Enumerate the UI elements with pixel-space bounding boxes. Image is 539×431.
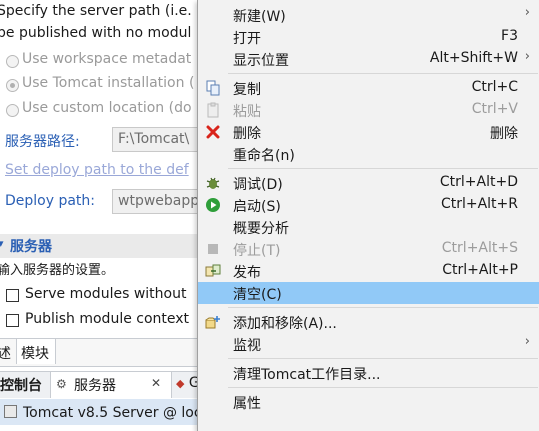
menu-separator — [228, 358, 538, 359]
menu-item-properties-label: 属性 — [233, 396, 261, 412]
section-collapse-icon[interactable]: ▾ — [0, 237, 4, 250]
serve-modules-checkbox[interactable] — [6, 289, 19, 302]
view-tab-servers[interactable]: ⚙ 服务器 ✕ — [50, 372, 172, 398]
menu-item-paste-label: 粘贴 — [233, 104, 261, 120]
submenu-arrow-icon: › — [524, 334, 530, 349]
server-list-row[interactable]: Tomcat v8.5 Server @ localhost [已停止, 同步的… — [0, 399, 353, 425]
serve-modules-label: Serve modules without — [25, 286, 187, 302]
editor-page-tabs: 述 模块 — [0, 338, 210, 367]
publish-icon — [205, 263, 221, 279]
menu-item-delete[interactable]: 删除 删除 — [198, 121, 539, 143]
menu-item-clean-work-dir-label: 清理Tomcat工作目录... — [233, 367, 381, 383]
menu-item-show-in-shortcut: Alt+Shift+W — [429, 50, 518, 66]
menu-item-start-shortcut: Ctrl+Alt+R — [440, 196, 518, 212]
menu-item-open[interactable]: 打开 F3 — [198, 26, 539, 48]
git-icon: ◆ — [176, 377, 185, 390]
tab-modules-label: 模块 — [21, 346, 49, 362]
menu-item-delete-shortcut: 删除 — [490, 126, 518, 142]
radio-custom-label: Use custom location (do — [22, 100, 192, 116]
menu-item-publish-shortcut: Ctrl+Alt+P — [442, 262, 518, 278]
submenu-arrow-icon: › — [524, 49, 530, 64]
view-tab-bar: 控制台 ⚙ 服务器 ✕ ◆ Git S — [0, 371, 223, 398]
menu-item-start[interactable]: 启动(S) Ctrl+Alt+R — [198, 194, 539, 216]
stop-icon — [205, 241, 221, 257]
radio-tomcat-label: Use Tomcat installation ( — [22, 75, 195, 91]
radio-workspace-metadata[interactable] — [6, 55, 19, 68]
menu-item-monitor[interactable]: 监视 › — [198, 333, 539, 355]
menu-item-clean-label: 清空(C) — [233, 287, 282, 303]
deploy-path-label: Deploy path: — [5, 193, 96, 209]
view-tab-servers-label: 服务器 — [74, 378, 116, 394]
menu-item-copy-shortcut: Ctrl+C — [471, 79, 518, 95]
description-line-1: Specify the server path (i.e. — [0, 3, 192, 19]
menu-item-add-remove-label: 添加和移除(A)... — [233, 316, 337, 332]
close-icon[interactable]: ✕ — [151, 376, 161, 390]
publish-context-label: Publish module context — [25, 311, 190, 327]
submenu-arrow-icon: › — [524, 5, 530, 20]
menu-item-debug-label: 调试(D) — [233, 177, 283, 193]
menu-item-stop-label: 停止(T) — [233, 243, 281, 259]
tab-overview[interactable]: 述 — [0, 343, 11, 363]
set-deploy-path-link[interactable]: Set deploy path to the def — [5, 162, 189, 178]
menu-item-properties[interactable]: 属性 — [198, 391, 539, 413]
menu-item-debug-shortcut: Ctrl+Alt+D — [439, 174, 518, 190]
menu-item-profile[interactable]: 概要分析 — [198, 216, 539, 238]
menu-item-paste-shortcut: Ctrl+V — [471, 101, 518, 117]
menu-item-publish-label: 发布 — [233, 265, 261, 281]
debug-icon — [205, 175, 221, 191]
section-description: 输入服务器的设置。 — [0, 263, 115, 278]
menu-item-start-label: 启动(S) — [233, 199, 281, 215]
server-icon — [4, 405, 17, 418]
menu-item-open-label: 打开 — [233, 31, 261, 47]
delete-icon — [205, 124, 221, 140]
menu-item-clean-work-dir[interactable]: 清理Tomcat工作目录... — [198, 362, 539, 384]
radio-tomcat-installation[interactable] — [6, 79, 19, 92]
menu-item-copy[interactable]: 复制 Ctrl+C — [198, 77, 539, 99]
context-menu: 新建(W) › 打开 F3 显示位置 Alt+Shift+W › 复制 Ctrl… — [197, 0, 539, 431]
radio-custom-location[interactable] — [6, 104, 19, 117]
server-path-label: 服务器路径: — [5, 134, 80, 150]
menu-item-rename-label: 重命名(n) — [233, 148, 295, 164]
menu-item-copy-label: 复制 — [233, 82, 261, 98]
menu-item-profile-label: 概要分析 — [233, 221, 289, 237]
start-icon — [205, 197, 221, 213]
menu-item-delete-label: 删除 — [233, 126, 261, 142]
view-tab-console[interactable]: 控制台 — [0, 375, 42, 395]
servers-section-header[interactable]: ▾ 服务器 — [0, 234, 210, 258]
menu-item-publish[interactable]: 发布 Ctrl+Alt+P — [198, 260, 539, 282]
menu-item-rename[interactable]: 重命名(n) — [198, 143, 539, 165]
menu-item-paste[interactable]: 粘贴 Ctrl+V — [198, 99, 539, 121]
menu-item-open-shortcut: F3 — [501, 28, 518, 44]
description-line-2: be published with no modul — [0, 25, 192, 41]
menu-item-new[interactable]: 新建(W) › — [198, 4, 539, 26]
menu-item-monitor-label: 监视 — [233, 338, 261, 354]
menu-separator — [228, 307, 538, 308]
menu-item-stop[interactable]: 停止(T) Ctrl+Alt+S — [198, 238, 539, 260]
menu-item-add-remove[interactable]: 添加和移除(A)... — [198, 311, 539, 333]
menu-separator — [228, 168, 538, 169]
radio-workspace-label: Use workspace metadat — [22, 51, 192, 67]
tab-modules[interactable]: 模块 — [16, 339, 56, 364]
add-remove-icon — [205, 314, 221, 330]
publish-context-checkbox[interactable] — [6, 314, 19, 327]
menu-separator — [228, 73, 538, 74]
section-title: 服务器 — [10, 239, 52, 255]
paste-icon — [205, 102, 221, 118]
menu-item-show-in[interactable]: 显示位置 Alt+Shift+W › — [198, 48, 539, 70]
menu-item-show-in-label: 显示位置 — [233, 53, 289, 69]
menu-item-stop-shortcut: Ctrl+Alt+S — [441, 240, 518, 256]
menu-item-clean[interactable]: 清空(C) — [198, 282, 539, 304]
menu-item-debug[interactable]: 调试(D) Ctrl+Alt+D — [198, 172, 539, 194]
menu-separator — [228, 387, 538, 388]
copy-icon — [205, 80, 221, 96]
servers-view-icon: ⚙ — [56, 377, 67, 391]
menu-item-new-label: 新建(W) — [233, 9, 286, 25]
